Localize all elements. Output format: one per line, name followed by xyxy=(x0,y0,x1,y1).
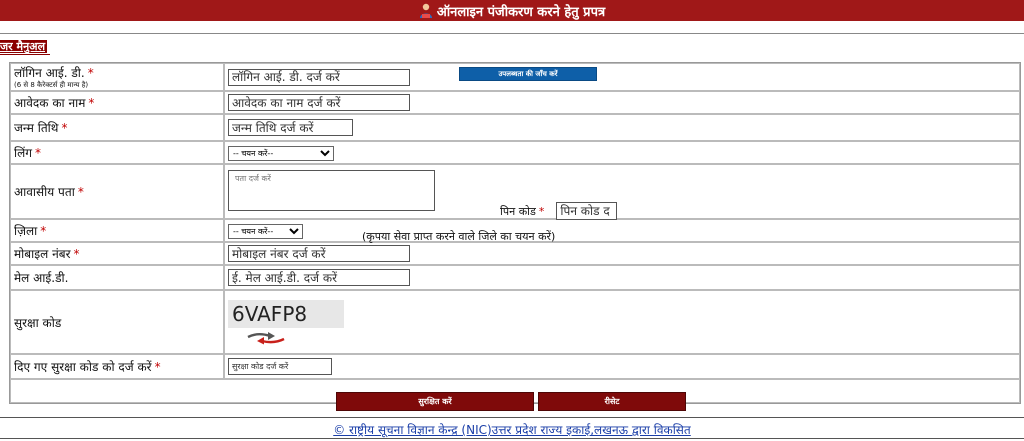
mobile-input[interactable] xyxy=(228,245,410,262)
login-id-input[interactable] xyxy=(228,68,410,86)
user-icon xyxy=(419,3,433,19)
enter-code-label-cell: दिए गए सुरक्षा कोड को दर्ज करें * xyxy=(10,354,224,379)
dob-label-cell: जन्म तिथि * xyxy=(10,114,224,141)
required-mark: * xyxy=(538,204,545,218)
address-label: आवासीय पता xyxy=(14,185,75,199)
required-mark: * xyxy=(35,146,42,160)
district-field-cell: -- चयन करें-- xyxy=(224,219,1020,242)
applicant-name-field-cell xyxy=(224,91,1020,114)
manual-underline xyxy=(0,54,50,55)
security-code-input[interactable] xyxy=(228,358,332,375)
required-mark: * xyxy=(40,224,47,238)
required-mark: * xyxy=(88,96,95,110)
applicant-name-label-cell: आवेदक का नाम * xyxy=(10,91,224,114)
gender-label: लिंग xyxy=(14,146,33,160)
footer-credit-link[interactable]: © राष्ट्रीय सूचना विज्ञान केन्द्र (NIC)उ… xyxy=(0,421,1024,438)
district-label-cell: ज़िला * xyxy=(10,219,224,242)
security-code-field-cell: 6VAFP8 xyxy=(224,290,1020,354)
enter-code-field-cell xyxy=(224,354,1020,379)
pincode-label-wrap: पिन कोड * xyxy=(500,204,544,219)
login-id-label-cell: लॉगिन आई. डी. * (6 से 8 कैरेक्टर्स ही मान… xyxy=(10,63,224,91)
reset-button[interactable]: रीसेट xyxy=(538,392,686,411)
address-label-cell: आवासीय पता * xyxy=(10,164,224,219)
applicant-name-label: आवेदक का नाम xyxy=(14,96,86,110)
dob-input[interactable] xyxy=(228,119,353,136)
pincode-label: पिन कोड xyxy=(500,204,536,218)
dob-field-cell xyxy=(224,114,1020,141)
security-code-label: सुरक्षा कोड xyxy=(14,315,62,330)
save-button[interactable]: सुरक्षित करें xyxy=(336,392,534,411)
address-field-cell xyxy=(224,164,1020,219)
gender-select[interactable]: -- चयन करें-- xyxy=(228,145,334,161)
pincode-input[interactable] xyxy=(556,202,618,220)
required-mark: * xyxy=(61,121,68,135)
email-label-cell: मेल आई.डी. xyxy=(10,265,224,290)
email-input[interactable] xyxy=(228,269,410,286)
login-id-field-cell xyxy=(224,63,1020,91)
gender-field-cell: -- चयन करें-- xyxy=(224,141,1020,164)
page-title: ऑनलाइन पंजीकरण करने हेतु प्रपत्र xyxy=(436,4,606,20)
district-label: ज़िला xyxy=(14,224,38,238)
dob-label: जन्म तिथि xyxy=(14,121,59,135)
user-manual-link[interactable]: जर मैनुअल xyxy=(0,40,48,53)
enter-code-label: दिए गए सुरक्षा कोड को दर्ज करें xyxy=(14,360,152,374)
check-availability-button[interactable]: उपलब्धता की जाँच करें xyxy=(459,67,597,81)
security-code-label-cell: सुरक्षा कोड xyxy=(10,290,224,354)
header-divider xyxy=(0,33,1024,34)
mobile-field-cell xyxy=(224,242,1020,265)
captcha-image: 6VAFP8 xyxy=(228,299,344,328)
required-mark: * xyxy=(154,360,161,374)
district-select[interactable]: -- चयन करें-- xyxy=(228,223,303,239)
applicant-name-input[interactable] xyxy=(228,94,410,111)
email-field-cell xyxy=(224,265,1020,290)
address-textarea[interactable] xyxy=(228,169,435,211)
refresh-icon[interactable] xyxy=(244,331,288,345)
required-mark: * xyxy=(87,66,94,80)
required-mark: * xyxy=(73,247,80,261)
mobile-label-cell: मोबाइल नंबर * xyxy=(10,242,224,265)
footer-bottom-line xyxy=(0,438,1024,439)
gender-label-cell: लिंग * xyxy=(10,141,224,164)
pincode-group: पिन कोड * xyxy=(500,202,618,220)
mobile-label: मोबाइल नंबर xyxy=(14,247,71,261)
footer-divider xyxy=(0,417,1024,418)
login-id-label: लॉगिन आई. डी. xyxy=(14,66,85,80)
email-label: मेल आई.डी. xyxy=(14,271,69,285)
login-id-note: (6 से 8 कैरेक्टर्स ही मान्य है) xyxy=(14,81,89,89)
required-mark: * xyxy=(77,185,84,199)
page-header: ऑनलाइन पंजीकरण करने हेतु प्रपत्र xyxy=(0,0,1024,21)
district-hint: (कृपया सेवा प्राप्त करने वाले जिले का चय… xyxy=(362,230,556,243)
